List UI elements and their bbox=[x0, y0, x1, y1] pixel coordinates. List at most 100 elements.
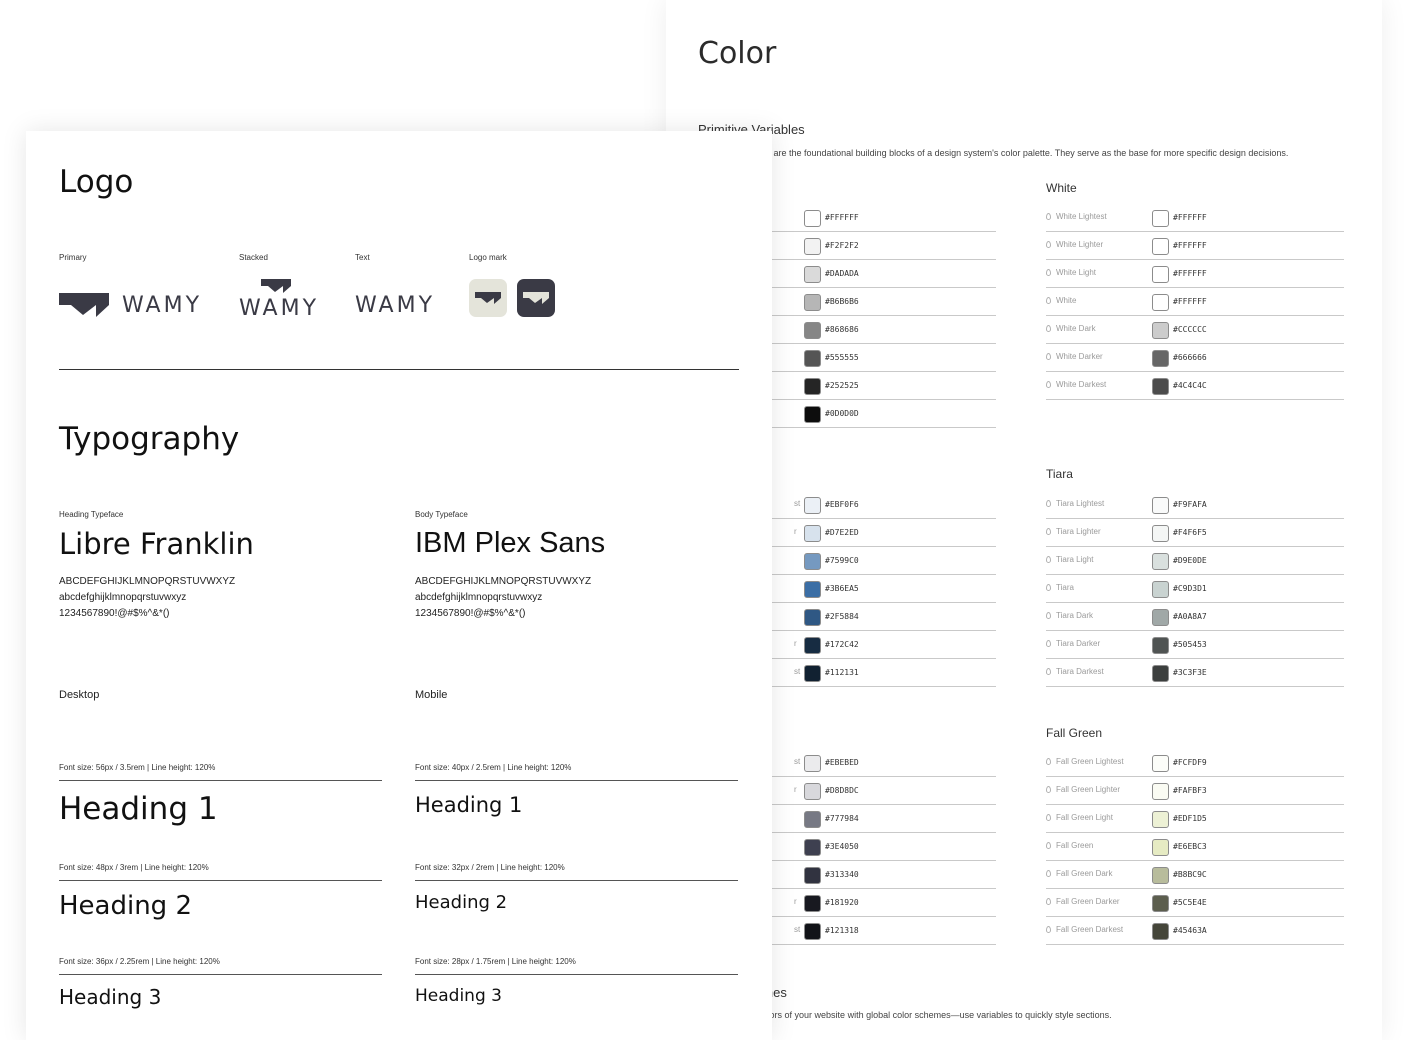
color-drop-icon bbox=[1046, 668, 1051, 675]
swatch-hex: #FAFBF3 bbox=[1173, 786, 1207, 795]
swatch-name: Tiara Light bbox=[1046, 555, 1094, 564]
swatch-color-box bbox=[804, 266, 821, 283]
swatch-name-text: Fall Green Dark bbox=[1056, 869, 1113, 878]
swatch-color-box bbox=[804, 755, 821, 772]
swatch-hex: #121318 bbox=[825, 926, 859, 935]
swatch-hex: #555555 bbox=[825, 353, 859, 362]
swatch-hex: #DADADA bbox=[825, 269, 859, 278]
swatch-name: White Darker bbox=[1046, 352, 1103, 361]
swatch-color-box bbox=[1152, 609, 1169, 626]
swatch-hex: #7599C0 bbox=[825, 556, 859, 565]
color-drop-icon bbox=[1046, 213, 1051, 220]
swatch-hex: #B8BC9C bbox=[1173, 870, 1207, 879]
swatch-name-text: r bbox=[794, 785, 797, 794]
swatch-name: Tiara Lightest bbox=[1046, 499, 1104, 508]
mobile-h1-rule bbox=[415, 780, 738, 781]
swatch-color-box bbox=[1152, 665, 1169, 682]
color-drop-icon bbox=[1046, 786, 1051, 793]
swatch-row: Tiara Lighter #F4F6F5 bbox=[1046, 519, 1344, 547]
swatch-hex: #FFFFFF bbox=[1173, 241, 1207, 250]
color-drop-icon bbox=[1046, 814, 1051, 821]
swatch-color-box bbox=[804, 895, 821, 912]
swatch-name-text: Fall Green Lighter bbox=[1056, 785, 1121, 794]
swatch-name: Tiara Lighter bbox=[1046, 527, 1101, 536]
swatch-color-box bbox=[804, 609, 821, 626]
group-title-tiara: Tiara bbox=[1046, 467, 1073, 481]
swatch-color-box bbox=[804, 210, 821, 227]
desktop-h2-spec: Font size: 48px / 3rem | Line height: 12… bbox=[59, 863, 209, 872]
primary-wordmark: WAMY bbox=[122, 293, 203, 318]
swatch-row: Tiara Dark #A0A8A7 bbox=[1046, 603, 1344, 631]
heading-typeface-label: Heading Typeface bbox=[59, 510, 124, 519]
swatch-row: Fall Green Darker #5C5E4E bbox=[1046, 889, 1344, 917]
brand-guide-panel: Logo Primary Stacked Text Logo mark WAMY… bbox=[26, 131, 772, 1040]
swatch-color-box bbox=[804, 406, 821, 423]
desktop-label: Desktop bbox=[59, 689, 100, 701]
color-drop-icon bbox=[1046, 269, 1051, 276]
swatch-hex: #EBEBED bbox=[825, 758, 859, 767]
stacked-wordmark: WAMY bbox=[239, 296, 320, 321]
swatch-list-white: White Lightest #FFFFFF White Lighter #FFFFF… bbox=[1046, 204, 1344, 400]
swatch-color-box bbox=[804, 497, 821, 514]
swatch-hex: #666666 bbox=[1173, 353, 1207, 362]
color-drop-icon bbox=[1046, 353, 1051, 360]
swatch-color-box bbox=[1152, 525, 1169, 542]
swatch-name: Fall Green Light bbox=[1046, 813, 1113, 822]
swatch-hex: #EDF1D5 bbox=[1173, 814, 1207, 823]
swatch-name-text: White Darkest bbox=[1056, 380, 1107, 389]
number-glyphs: 1234567890!@#$%^&*() bbox=[415, 608, 526, 619]
swatch-color-box bbox=[1152, 497, 1169, 514]
swatch-hex: #172C42 bbox=[825, 640, 859, 649]
swatch-hex: #505453 bbox=[1173, 640, 1207, 649]
swatch-color-box bbox=[804, 525, 821, 542]
typography-title: Typography bbox=[59, 421, 240, 457]
swatch-name: White Lightest bbox=[1046, 212, 1107, 221]
swatch-hex: #45463A bbox=[1173, 926, 1207, 935]
swatch-name: White bbox=[1046, 296, 1076, 305]
swatch-color-box bbox=[1152, 811, 1169, 828]
swatch-hex: #3C3F3E bbox=[1173, 668, 1207, 677]
section-divider bbox=[59, 369, 739, 370]
swatch-name-text: White Lightest bbox=[1056, 212, 1107, 221]
swatch-name-text: Fall Green Darker bbox=[1056, 897, 1120, 906]
color-drop-icon bbox=[1046, 556, 1051, 563]
swatch-color-box bbox=[1152, 238, 1169, 255]
mobile-h1-spec: Font size: 40px / 2.5rem | Line height: … bbox=[415, 763, 572, 772]
swatch-color-box bbox=[804, 378, 821, 395]
desktop-heading-1: Heading 1 bbox=[59, 791, 218, 827]
swatch-name-text: st bbox=[794, 499, 801, 508]
swatch-row: White Darkest #4C4C4C bbox=[1046, 372, 1344, 400]
swatch-name-text: White bbox=[1056, 296, 1077, 305]
swatch-color-box bbox=[804, 783, 821, 800]
swatch-name: Fall Green Darkest bbox=[1046, 925, 1123, 934]
swatch-color-box bbox=[804, 923, 821, 940]
color-drop-icon bbox=[1046, 870, 1051, 877]
swatch-name: White Dark bbox=[1046, 324, 1096, 333]
swatch-name-text: Tiara Lightest bbox=[1056, 499, 1105, 508]
swatch-name: Tiara Darkest bbox=[1046, 667, 1104, 676]
swatch-name-text: White Light bbox=[1056, 268, 1097, 277]
swatch-name-text: White Dark bbox=[1056, 324, 1096, 333]
swatch-hex: #4C4C4C bbox=[1173, 381, 1207, 390]
desktop-heading-3: Heading 3 bbox=[59, 985, 162, 1009]
swatch-name: White Darkest bbox=[1046, 380, 1106, 389]
swatch-name-text: Fall Green Darkest bbox=[1056, 925, 1124, 934]
swatch-hex: #D7E2ED bbox=[825, 528, 859, 537]
color-drop-icon bbox=[1046, 325, 1051, 332]
swatch-name-text: Fall Green Lightest bbox=[1056, 757, 1124, 766]
heading-glyphs: ABCDEFGHIJKLMNOPQRSTUVWXYZ abcdefghijklm… bbox=[59, 574, 235, 622]
swatch-color-box bbox=[804, 350, 821, 367]
desktop-h2-rule bbox=[59, 880, 382, 881]
logo-title: Logo bbox=[59, 164, 134, 200]
swatch-row: White Lighter #FFFFFF bbox=[1046, 232, 1344, 260]
swatch-name: White Lighter bbox=[1046, 240, 1103, 249]
group-title-fall-green: Fall Green bbox=[1046, 726, 1103, 740]
mobile-heading-2: Heading 2 bbox=[415, 892, 508, 913]
primary-logo-label: Primary bbox=[59, 253, 87, 262]
mobile-h2-spec: Font size: 32px / 2rem | Line height: 12… bbox=[415, 863, 565, 872]
logo-mark-label: Logo mark bbox=[469, 253, 507, 262]
swatch-name: st bbox=[794, 667, 800, 676]
swatch-color-box bbox=[804, 322, 821, 339]
swatch-name-text: Tiara bbox=[1056, 583, 1074, 592]
desktop-h1-spec: Font size: 56px / 3.5rem | Line height: … bbox=[59, 763, 216, 772]
